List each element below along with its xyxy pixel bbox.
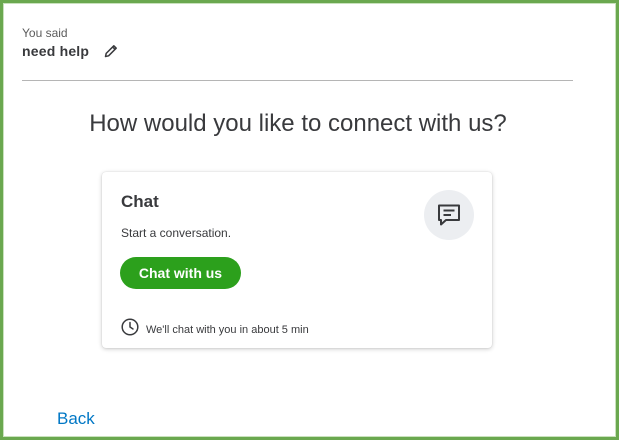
pencil-icon[interactable] <box>103 43 119 59</box>
chat-card-title: Chat <box>121 192 159 211</box>
wait-time-text: We'll chat with you in about 5 min <box>146 323 309 336</box>
you-said-label: You said <box>22 26 68 40</box>
you-said-row: need help <box>22 43 119 59</box>
page-title: How would you like to connect with us? <box>89 110 507 137</box>
chat-card-description: Start a conversation. <box>121 226 232 240</box>
back-link[interactable]: Back <box>57 409 95 429</box>
chat-with-us-button[interactable]: Chat with us <box>120 257 241 289</box>
you-said-value: need help <box>22 43 90 59</box>
clock-icon <box>121 318 139 341</box>
chat-bubble-icon <box>424 190 474 240</box>
chat-card: Chat Start a conversation. Chat with us … <box>102 172 492 348</box>
divider <box>22 80 573 81</box>
wait-time-row: We'll chat with you in about 5 min <box>121 318 309 341</box>
